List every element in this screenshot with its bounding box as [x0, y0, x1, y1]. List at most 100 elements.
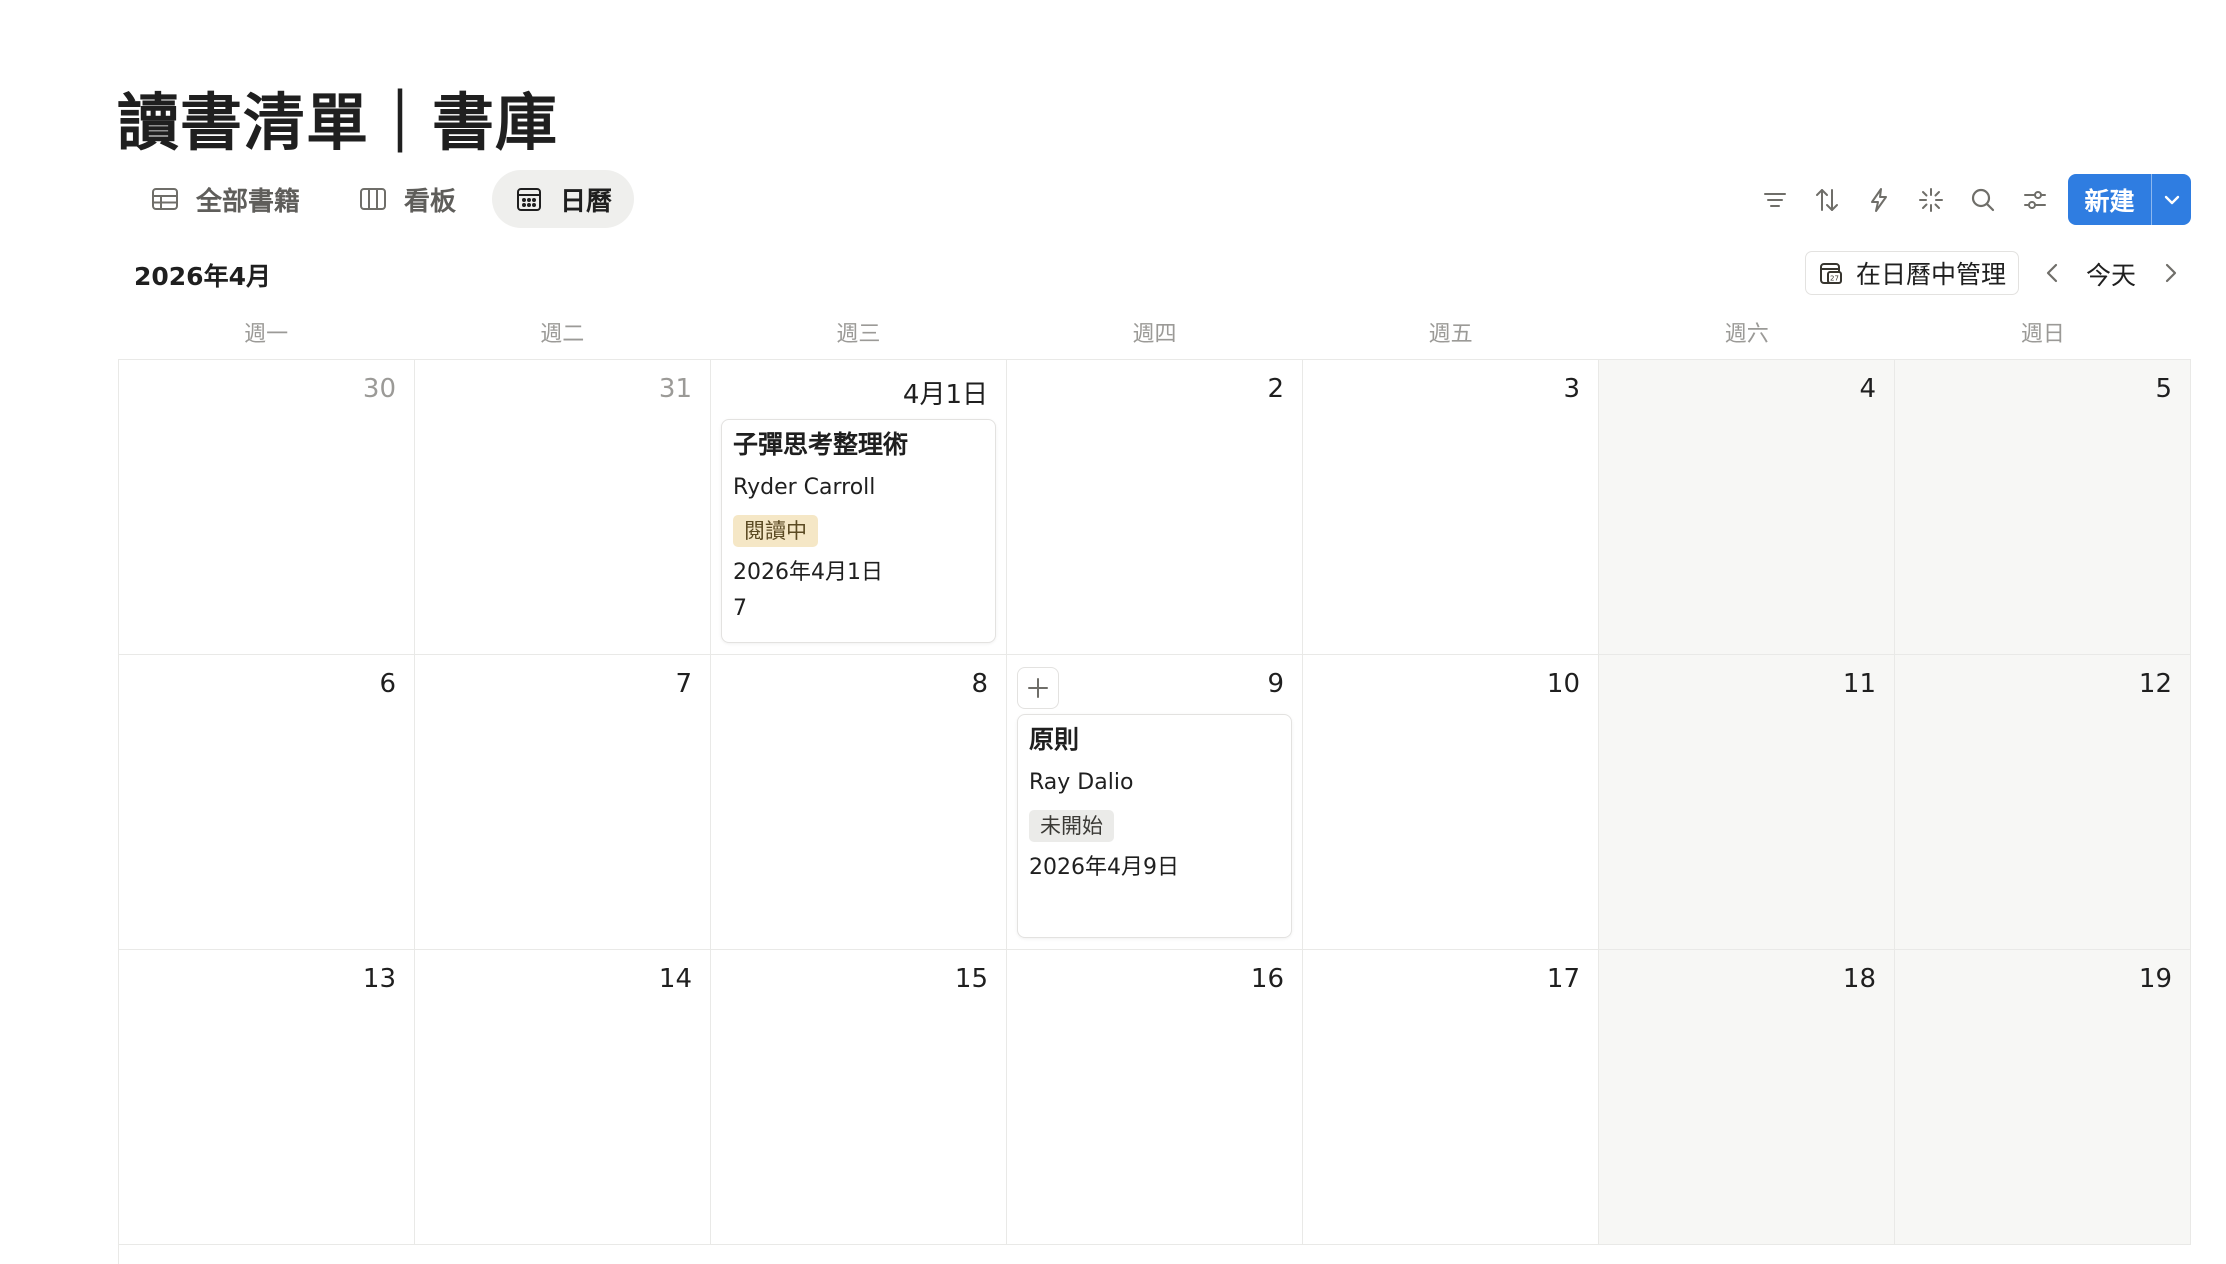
book-title: 子彈思考整理術 — [733, 430, 909, 459]
tab-board[interactable]: 看板 — [336, 170, 478, 228]
calendar-icon — [517, 188, 542, 211]
calendar-app-icon: 27 — [1820, 263, 1842, 284]
calendar-day[interactable]: 9 原則 Ray Dalio 未開始 2026年4月9日 — [1007, 655, 1303, 950]
new-button: 新建 — [2068, 174, 2191, 225]
day-number: 15 — [954, 964, 988, 994]
book-title: 原則 — [1029, 725, 1080, 754]
today-button[interactable]: 今天 — [2086, 256, 2136, 292]
calendar-day[interactable]: 4月1日 子彈思考整理術 Ryder Carroll 閱讀中 2026年4月1日… — [711, 360, 1007, 655]
calendar-day[interactable]: 11 — [1599, 655, 1895, 950]
tab-all-books[interactable]: 全部書籍 — [128, 170, 322, 228]
table-icon — [152, 188, 178, 210]
day-number: 13 — [362, 964, 396, 994]
calendar-day[interactable]: 18 — [1599, 950, 1895, 1245]
calendar-day[interactable]: 30 — [119, 360, 415, 655]
day-number: 5 — [2155, 374, 2172, 404]
automation-button[interactable] — [1862, 183, 1896, 217]
calendar-day[interactable]: 6 — [119, 655, 415, 950]
day-number: 30 — [362, 374, 396, 404]
calendar-day[interactable]: 2 — [1007, 360, 1303, 655]
calendar-day[interactable]: 13 — [119, 950, 415, 1245]
calendar-day[interactable]: 19 — [1895, 950, 2191, 1245]
weekday-header: 週一 週二 週三 週四 週五 週六 週日 — [118, 316, 2191, 360]
calendar-day[interactable]: 14 — [415, 950, 711, 1245]
day-number: 31 — [658, 374, 692, 404]
sort-button[interactable] — [1810, 183, 1844, 217]
add-event-button[interactable] — [1017, 667, 1059, 709]
calendar-day[interactable]: 8 — [711, 655, 1007, 950]
calendar-day[interactable]: 15 — [711, 950, 1007, 1245]
tab-calendar-label: 日曆 — [560, 186, 613, 217]
status-badge: 未開始 — [1029, 810, 1114, 842]
day-number: 14 — [658, 964, 692, 994]
calendar-day[interactable]: 10 — [1303, 655, 1599, 950]
calendar-day[interactable]: 17 — [1303, 950, 1599, 1245]
day-number: 11 — [1842, 669, 1876, 699]
calendar-grid: 30 31 4月1日 子彈思考整理術 Ryder Carroll 閱讀中 202… — [118, 359, 2191, 1264]
day-number: 12 — [2138, 669, 2172, 699]
new-page-button[interactable]: 新建 — [2068, 174, 2151, 225]
tab-all-books-label: 全部書籍 — [196, 186, 301, 217]
day-number: 6 — [379, 669, 396, 699]
calendar-database-page: 讀書清單｜書庫 全部書籍 看板 日曆 新建 2026年4月 27 在日曆中管理 … — [0, 0, 2226, 1264]
day-number: 18 — [1842, 964, 1876, 994]
chevron-down-icon — [2164, 195, 2179, 204]
day-number: 4 — [1859, 374, 1876, 404]
filter-button[interactable] — [1758, 183, 1792, 217]
book-card[interactable]: 子彈思考整理術 Ryder Carroll 閱讀中 2026年4月1日 7 — [721, 419, 996, 643]
new-dropdown-button[interactable] — [2151, 174, 2191, 225]
day-number: 3 — [1563, 374, 1580, 404]
previous-month-button[interactable] — [2038, 258, 2068, 288]
svg-text:27: 27 — [1830, 275, 1839, 283]
calendar-day[interactable]: 31 — [415, 360, 711, 655]
calendar-day[interactable]: 3 — [1303, 360, 1599, 655]
page-title: 讀書清單｜書庫 — [117, 86, 559, 159]
manage-in-calendar-button[interactable]: 27 在日曆中管理 — [1805, 251, 2020, 295]
automation-lightning-icon — [1871, 188, 1887, 212]
calendar-week: 30 31 4月1日 子彈思考整理術 Ryder Carroll 閱讀中 202… — [119, 360, 2191, 655]
database-toolbar — [1758, 176, 2052, 224]
chevron-right-icon — [2165, 263, 2177, 283]
calendar-week: 6 7 8 9 原則 Ray Dalio 未開始 2026年4月9日 10 11… — [119, 655, 2191, 950]
weekday-label: 週三 — [836, 322, 881, 347]
day-number: 16 — [1250, 964, 1284, 994]
calendar-day[interactable]: 7 — [415, 655, 711, 950]
day-number: 8 — [971, 669, 988, 699]
weekday-label: 週二 — [540, 322, 585, 347]
day-number: 7 — [675, 669, 692, 699]
book-author: Ray Dalio — [1029, 770, 1134, 795]
calendar-day[interactable]: 12 — [1895, 655, 2191, 950]
day-number: 2 — [1267, 374, 1284, 404]
board-icon — [360, 188, 387, 210]
book-author: Ryder Carroll — [733, 475, 876, 500]
search-button[interactable] — [1966, 183, 2000, 217]
calendar-day[interactable]: 5 — [1895, 360, 2191, 655]
view-settings-button[interactable] — [2018, 183, 2052, 217]
sort-icon — [1816, 189, 1838, 211]
search-icon — [1971, 188, 1995, 212]
tab-board-label: 看板 — [404, 186, 457, 217]
filter-icon — [1764, 193, 1786, 207]
calendar-week: 13 14 15 16 17 18 19 — [119, 950, 2191, 1245]
weekday-label: 週四 — [1132, 322, 1177, 347]
book-number: 7 — [733, 596, 747, 621]
calendar-day[interactable]: 4 — [1599, 360, 1895, 655]
ai-button[interactable] — [1914, 183, 1948, 217]
chevron-left-icon — [2046, 263, 2058, 283]
next-month-button[interactable] — [2155, 258, 2185, 288]
settings-sliders-icon — [2024, 191, 2046, 209]
book-card[interactable]: 原則 Ray Dalio 未開始 2026年4月9日 — [1017, 714, 1292, 938]
calendar-day[interactable]: 16 — [1007, 950, 1303, 1245]
month-label: 2026年4月 — [134, 262, 271, 291]
weekday-label: 週日 — [2020, 322, 2065, 347]
day-number: 4月1日 — [902, 380, 988, 410]
manage-in-calendar-label: 在日曆中管理 — [1856, 260, 2007, 289]
ai-sparkle-icon — [1919, 188, 1943, 212]
weekday-label: 週一 — [244, 322, 289, 347]
status-badge: 閱讀中 — [733, 515, 818, 547]
day-number: 19 — [2138, 964, 2172, 994]
weekday-label: 週五 — [1428, 322, 1473, 347]
book-date: 2026年4月9日 — [1029, 855, 1179, 880]
day-number: 10 — [1546, 669, 1580, 699]
tab-calendar[interactable]: 日曆 — [492, 170, 635, 228]
